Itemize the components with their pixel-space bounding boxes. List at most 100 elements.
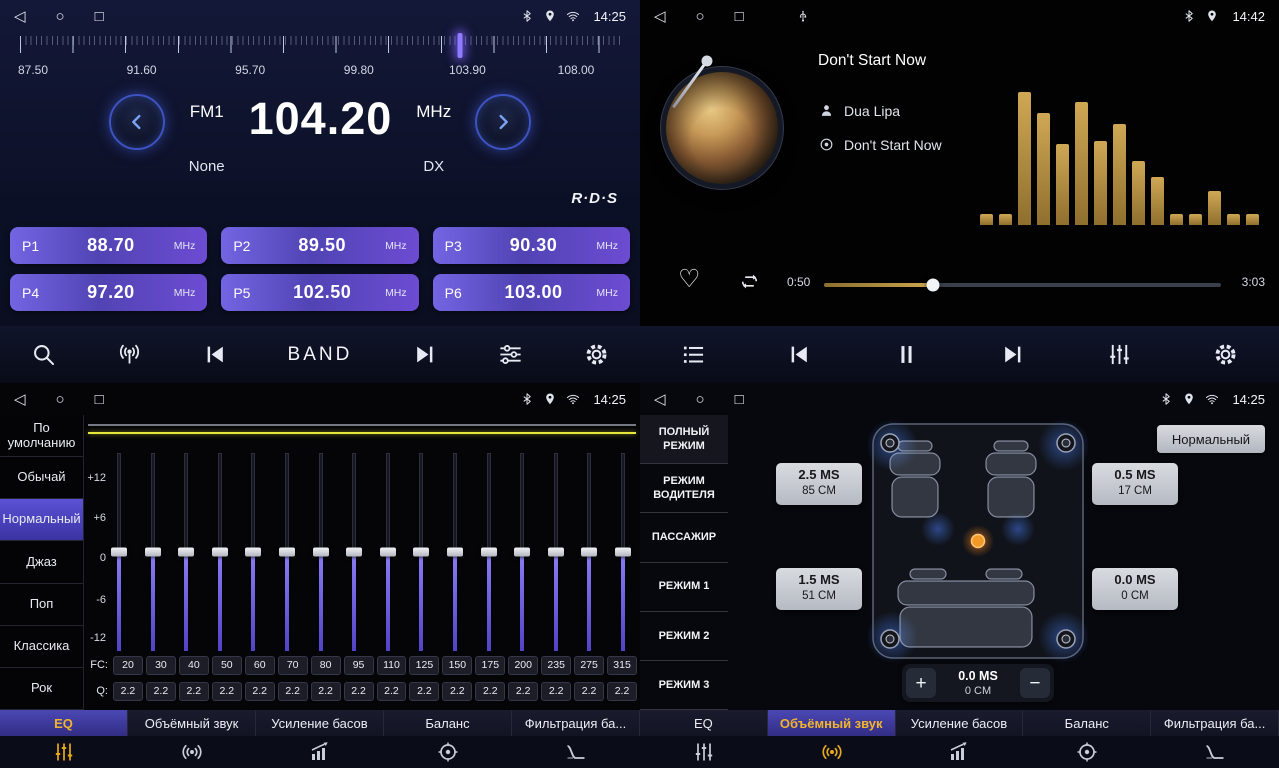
tab-crossover-filter[interactable]: Фильтрация ба... bbox=[1151, 710, 1279, 736]
surround-sound-icon[interactable] bbox=[128, 736, 256, 768]
increase-delay-button[interactable]: + bbox=[906, 668, 936, 698]
home-button[interactable]: ○ bbox=[696, 392, 705, 407]
listening-mode-item[interactable]: РЕЖИМ 3 bbox=[640, 661, 728, 710]
favorite-heart-icon[interactable]: ♡ bbox=[678, 266, 700, 291]
listening-mode-item[interactable]: РЕЖИМ 1 bbox=[640, 563, 728, 612]
radio-preset-p6[interactable]: P6103.00MHz bbox=[433, 274, 630, 311]
sound-preset-button[interactable]: Нормальный bbox=[1157, 425, 1265, 453]
eq-band-slider[interactable] bbox=[312, 453, 330, 651]
slider-knob[interactable] bbox=[481, 548, 497, 557]
back-button[interactable]: ◁ bbox=[14, 392, 26, 407]
front-right-delay[interactable]: 0.5 MS 17 CM bbox=[1092, 463, 1178, 505]
tab-bass-boost[interactable]: Усиление басов bbox=[896, 710, 1024, 736]
bass-boost-icon[interactable] bbox=[896, 736, 1024, 768]
tab-balance[interactable]: Баланс bbox=[1023, 710, 1151, 736]
eq-preset-item[interactable]: Обычай bbox=[0, 457, 83, 499]
slider-knob[interactable] bbox=[346, 548, 362, 557]
eq-band-slider[interactable] bbox=[580, 453, 598, 651]
tab-surround-sound[interactable]: Объёмный звук bbox=[128, 710, 256, 736]
eq-band-slider[interactable] bbox=[513, 453, 531, 651]
rear-right-delay[interactable]: 0.0 MS 0 CM bbox=[1092, 568, 1178, 610]
back-button[interactable]: ◁ bbox=[654, 9, 666, 24]
crossover-filter-icon[interactable] bbox=[1151, 736, 1279, 768]
radio-preset-p4[interactable]: P497.20MHz bbox=[10, 274, 207, 311]
slider-knob[interactable] bbox=[413, 548, 429, 557]
surround-sound-icon[interactable] bbox=[768, 736, 896, 768]
back-button[interactable]: ◁ bbox=[654, 392, 666, 407]
eq-band-slider[interactable] bbox=[547, 453, 565, 651]
eq-band-slider[interactable] bbox=[144, 453, 162, 651]
front-left-delay[interactable]: 2.5 MS 85 CM bbox=[776, 463, 862, 505]
slider-knob[interactable] bbox=[581, 548, 597, 557]
eq-band-slider[interactable] bbox=[379, 453, 397, 651]
recents-button[interactable]: □ bbox=[735, 9, 744, 24]
listening-mode-item[interactable]: ПАССАЖИР bbox=[640, 513, 728, 562]
eq-preset-item[interactable]: По умолчанию bbox=[0, 415, 83, 457]
home-button[interactable]: ○ bbox=[56, 9, 65, 24]
eq-icon[interactable] bbox=[640, 736, 768, 768]
tab-crossover-filter[interactable]: Фильтрация ба... bbox=[512, 710, 640, 736]
radio-preset-p1[interactable]: P188.70MHz bbox=[10, 227, 207, 264]
slider-knob[interactable] bbox=[279, 548, 295, 557]
seek-slider[interactable] bbox=[824, 283, 1221, 287]
settings-gear-icon[interactable] bbox=[583, 341, 610, 368]
tab-eq[interactable]: EQ bbox=[640, 710, 768, 736]
slider-knob[interactable] bbox=[313, 548, 329, 557]
slider-knob[interactable] bbox=[380, 548, 396, 557]
balance-icon[interactable] bbox=[384, 736, 512, 768]
previous-station-icon[interactable] bbox=[202, 341, 229, 368]
slider-knob[interactable] bbox=[178, 548, 194, 557]
eq-band-slider[interactable] bbox=[412, 453, 430, 651]
eq-band-slider[interactable] bbox=[614, 453, 632, 651]
radio-preset-p2[interactable]: P289.50MHz bbox=[221, 227, 418, 264]
recents-button[interactable]: □ bbox=[735, 392, 744, 407]
eq-band-slider[interactable] bbox=[480, 453, 498, 651]
eq-band-slider[interactable] bbox=[446, 453, 464, 651]
slider-knob[interactable] bbox=[615, 548, 631, 557]
slider-knob[interactable] bbox=[245, 548, 261, 557]
radio-preset-p5[interactable]: P5102.50MHz bbox=[221, 274, 418, 311]
crossover-filter-icon[interactable] bbox=[512, 736, 640, 768]
home-button[interactable]: ○ bbox=[696, 9, 705, 24]
eq-preset-item[interactable]: Рок bbox=[0, 668, 83, 710]
tab-surround-sound[interactable]: Объёмный звук bbox=[768, 710, 896, 736]
listening-mode-item[interactable]: ПОЛНЫЙ РЕЖИМ bbox=[640, 415, 728, 464]
next-station-icon[interactable] bbox=[411, 341, 438, 368]
eq-band-slider[interactable] bbox=[177, 453, 195, 651]
listening-mode-item[interactable]: РЕЖИМ ВОДИТЕЛЯ bbox=[640, 464, 728, 513]
eq-band-slider[interactable] bbox=[110, 453, 128, 651]
slider-knob[interactable] bbox=[212, 548, 228, 557]
slider-knob[interactable] bbox=[111, 548, 127, 557]
pause-icon[interactable] bbox=[893, 341, 920, 368]
search-icon[interactable] bbox=[30, 341, 57, 368]
seek-handle[interactable] bbox=[927, 279, 940, 292]
recents-button[interactable]: □ bbox=[95, 9, 104, 24]
broadcast-icon[interactable] bbox=[116, 341, 143, 368]
settings-gear-icon[interactable] bbox=[1212, 341, 1239, 368]
tuning-cursor[interactable] bbox=[458, 33, 463, 58]
decrease-delay-button[interactable]: − bbox=[1020, 668, 1050, 698]
rear-left-delay[interactable]: 1.5 MS 51 CM bbox=[776, 568, 862, 610]
home-button[interactable]: ○ bbox=[56, 392, 65, 407]
balance-icon[interactable] bbox=[1023, 736, 1151, 768]
audio-faders-icon[interactable] bbox=[1106, 341, 1133, 368]
slider-knob[interactable] bbox=[514, 548, 530, 557]
eq-band-slider[interactable] bbox=[244, 453, 262, 651]
slider-knob[interactable] bbox=[548, 548, 564, 557]
slider-knob[interactable] bbox=[447, 548, 463, 557]
eq-preset-item[interactable]: Нормальный bbox=[0, 499, 83, 541]
band-button[interactable]: BAND bbox=[288, 344, 353, 366]
tune-down-button[interactable] bbox=[109, 94, 165, 150]
radio-preset-p3[interactable]: P390.30MHz bbox=[433, 227, 630, 264]
eq-band-slider[interactable] bbox=[278, 453, 296, 651]
tab-eq[interactable]: EQ bbox=[0, 710, 128, 736]
back-button[interactable]: ◁ bbox=[14, 9, 26, 24]
eq-icon[interactable] bbox=[0, 736, 128, 768]
slider-knob[interactable] bbox=[145, 548, 161, 557]
next-track-icon[interactable] bbox=[999, 341, 1026, 368]
tune-up-button[interactable] bbox=[475, 94, 531, 150]
previous-track-icon[interactable] bbox=[786, 341, 813, 368]
bass-boost-icon[interactable] bbox=[256, 736, 384, 768]
tab-bass-boost[interactable]: Усиление басов bbox=[256, 710, 384, 736]
eq-preset-item[interactable]: Джаз bbox=[0, 541, 83, 583]
